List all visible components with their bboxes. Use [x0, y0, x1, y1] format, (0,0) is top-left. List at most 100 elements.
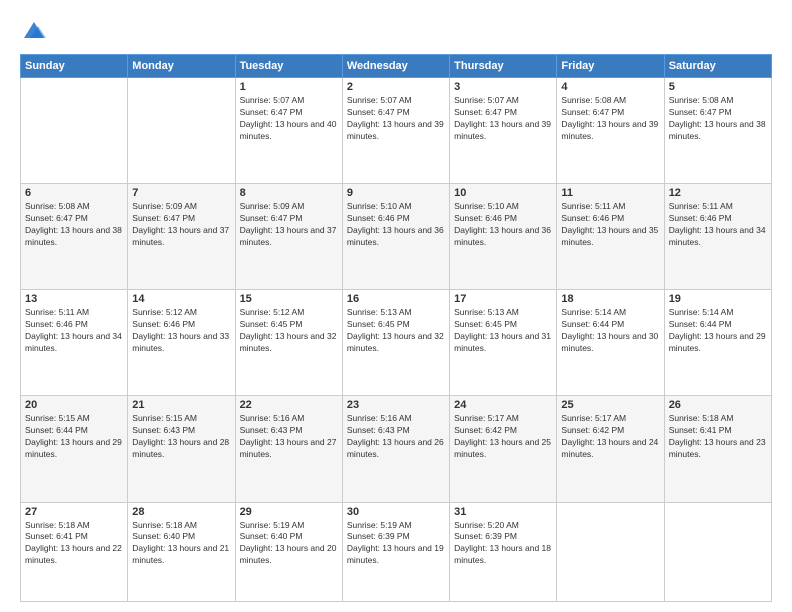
calendar-cell — [21, 78, 128, 184]
calendar-cell: 30Sunrise: 5:19 AM Sunset: 6:39 PM Dayli… — [342, 502, 449, 602]
calendar: SundayMondayTuesdayWednesdayThursdayFrid… — [20, 54, 772, 602]
day-info: Sunrise: 5:13 AM Sunset: 6:45 PM Dayligh… — [454, 307, 552, 355]
calendar-header-tuesday: Tuesday — [235, 55, 342, 78]
day-number: 1 — [240, 81, 338, 93]
header — [20, 16, 772, 44]
calendar-cell: 15Sunrise: 5:12 AM Sunset: 6:45 PM Dayli… — [235, 290, 342, 396]
calendar-cell: 22 Sunrise: 5:16 AM Sunset: 6:43 PM Dayli… — [235, 396, 342, 502]
day-number: 18 — [561, 293, 659, 305]
calendar-cell: 4 Sunrise: 5:08 AM Sunset: 6:47 PM Daylig… — [557, 78, 664, 184]
calendar-cell: 6 Sunrise: 5:08 AM Sunset: 6:47 PM Daylig… — [21, 184, 128, 290]
logo — [20, 16, 52, 44]
calendar-cell: 11Sunrise: 5:11 AM Sunset: 6:46 PM Dayli… — [557, 184, 664, 290]
day-number: 19 — [669, 293, 767, 305]
calendar-header-wednesday: Wednesday — [342, 55, 449, 78]
day-number: 26 — [669, 399, 767, 411]
day-number: 3 — [454, 81, 552, 93]
calendar-cell: 31Sunrise: 5:20 AM Sunset: 6:39 PM Dayli… — [450, 502, 557, 602]
day-number: 13 — [25, 293, 123, 305]
calendar-week-row: 13 Sunrise: 5:11 AM Sunset: 6:46 PM Dayli… — [21, 290, 772, 396]
calendar-cell — [128, 78, 235, 184]
day-info: Sunrise: 5:19 AM Sunset: 6:40 PM Dayligh… — [240, 520, 338, 568]
calendar-cell: 19 Sunrise: 5:14 AM Sunset: 6:44 PM Dayli… — [664, 290, 771, 396]
day-info: Sunrise: 5:14 AM Sunset: 6:44 PM Dayligh… — [669, 307, 767, 355]
day-info: Sunrise: 5:10 AM Sunset: 6:46 PM Dayligh… — [347, 201, 445, 249]
calendar-cell: 29 Sunrise: 5:19 AM Sunset: 6:40 PM Dayli… — [235, 502, 342, 602]
day-info: Sunrise: 5:12 AM Sunset: 6:46 PM Dayligh… — [132, 307, 230, 355]
day-info: Sunrise: 5:14 AM Sunset: 6:44 PM Dayligh… — [561, 307, 659, 355]
day-info: Sunrise: 5:13 AM Sunset: 6:45 PM Dayligh… — [347, 307, 445, 355]
day-number: 4 — [561, 81, 659, 93]
calendar-cell: 16 Sunrise: 5:13 AM Sunset: 6:45 PM Dayli… — [342, 290, 449, 396]
day-number: 2 — [347, 81, 445, 93]
calendar-cell: 1 Sunrise: 5:07 AM Sunset: 6:47 PM Daylig… — [235, 78, 342, 184]
day-info: Sunrise: 5:18 AM Sunset: 6:41 PM Dayligh… — [25, 520, 123, 568]
day-number: 16 — [347, 293, 445, 305]
day-number: 12 — [669, 187, 767, 199]
day-info: Sunrise: 5:18 AM Sunset: 6:40 PM Dayligh… — [132, 520, 230, 568]
day-info: Sunrise: 5:17 AM Sunset: 6:42 PM Dayligh… — [561, 413, 659, 461]
day-info: Sunrise: 5:09 AM Sunset: 6:47 PM Dayligh… — [240, 201, 338, 249]
calendar-week-row: 20 Sunrise: 5:15 AM Sunset: 6:44 PM Dayli… — [21, 396, 772, 502]
day-info: Sunrise: 5:07 AM Sunset: 6:47 PM Dayligh… — [240, 95, 338, 143]
day-number: 7 — [132, 187, 230, 199]
day-number: 25 — [561, 399, 659, 411]
day-info: Sunrise: 5:17 AM Sunset: 6:42 PM Dayligh… — [454, 413, 552, 461]
day-info: Sunrise: 5:07 AM Sunset: 6:47 PM Dayligh… — [347, 95, 445, 143]
day-number: 14 — [132, 293, 230, 305]
calendar-cell: 5 Sunrise: 5:08 AM Sunset: 6:47 PM Daylig… — [664, 78, 771, 184]
day-info: Sunrise: 5:08 AM Sunset: 6:47 PM Dayligh… — [25, 201, 123, 249]
calendar-cell: 25 Sunrise: 5:17 AM Sunset: 6:42 PM Dayli… — [557, 396, 664, 502]
page: SundayMondayTuesdayWednesdayThursdayFrid… — [0, 0, 792, 612]
day-number: 24 — [454, 399, 552, 411]
day-number: 22 — [240, 399, 338, 411]
calendar-week-row: 6 Sunrise: 5:08 AM Sunset: 6:47 PM Daylig… — [21, 184, 772, 290]
calendar-cell: 7 Sunrise: 5:09 AM Sunset: 6:47 PM Daylig… — [128, 184, 235, 290]
day-info: Sunrise: 5:15 AM Sunset: 6:43 PM Dayligh… — [132, 413, 230, 461]
calendar-cell: 2 Sunrise: 5:07 AM Sunset: 6:47 PM Daylig… — [342, 78, 449, 184]
day-number: 28 — [132, 506, 230, 518]
day-number: 17 — [454, 293, 552, 305]
day-info: Sunrise: 5:11 AM Sunset: 6:46 PM Dayligh… — [561, 201, 659, 249]
calendar-cell: 18 Sunrise: 5:14 AM Sunset: 6:44 PM Dayli… — [557, 290, 664, 396]
day-info: Sunrise: 5:10 AM Sunset: 6:46 PM Dayligh… — [454, 201, 552, 249]
day-info: Sunrise: 5:09 AM Sunset: 6:47 PM Dayligh… — [132, 201, 230, 249]
day-info: Sunrise: 5:16 AM Sunset: 6:43 PM Dayligh… — [240, 413, 338, 461]
calendar-header-sunday: Sunday — [21, 55, 128, 78]
day-info: Sunrise: 5:08 AM Sunset: 6:47 PM Dayligh… — [561, 95, 659, 143]
calendar-week-row: 27 Sunrise: 5:18 AM Sunset: 6:41 PM Dayli… — [21, 502, 772, 602]
calendar-header-saturday: Saturday — [664, 55, 771, 78]
day-info: Sunrise: 5:08 AM Sunset: 6:47 PM Dayligh… — [669, 95, 767, 143]
day-info: Sunrise: 5:16 AM Sunset: 6:43 PM Dayligh… — [347, 413, 445, 461]
day-number: 23 — [347, 399, 445, 411]
calendar-cell: 28 Sunrise: 5:18 AM Sunset: 6:40 PM Dayli… — [128, 502, 235, 602]
day-info: Sunrise: 5:12 AM Sunset: 6:45 PM Dayligh… — [240, 307, 338, 355]
calendar-header-friday: Friday — [557, 55, 664, 78]
day-number: 20 — [25, 399, 123, 411]
calendar-cell — [557, 502, 664, 602]
day-number: 9 — [347, 187, 445, 199]
day-number: 29 — [240, 506, 338, 518]
day-number: 27 — [25, 506, 123, 518]
day-info: Sunrise: 5:11 AM Sunset: 6:46 PM Dayligh… — [669, 201, 767, 249]
day-number: 5 — [669, 81, 767, 93]
calendar-cell: 24 Sunrise: 5:17 AM Sunset: 6:42 PM Dayli… — [450, 396, 557, 502]
day-number: 6 — [25, 187, 123, 199]
calendar-header-monday: Monday — [128, 55, 235, 78]
logo-icon — [20, 16, 48, 44]
calendar-cell: 20 Sunrise: 5:15 AM Sunset: 6:44 PM Dayli… — [21, 396, 128, 502]
calendar-header-thursday: Thursday — [450, 55, 557, 78]
day-info: Sunrise: 5:20 AM Sunset: 6:39 PM Dayligh… — [454, 520, 552, 568]
calendar-cell: 3Sunrise: 5:07 AM Sunset: 6:47 PM Daylig… — [450, 78, 557, 184]
day-number: 8 — [240, 187, 338, 199]
day-info: Sunrise: 5:11 AM Sunset: 6:46 PM Dayligh… — [25, 307, 123, 355]
calendar-cell — [664, 502, 771, 602]
calendar-cell: 14 Sunrise: 5:12 AM Sunset: 6:46 PM Dayli… — [128, 290, 235, 396]
day-info: Sunrise: 5:15 AM Sunset: 6:44 PM Dayligh… — [25, 413, 123, 461]
calendar-cell: 10Sunrise: 5:10 AM Sunset: 6:46 PM Dayli… — [450, 184, 557, 290]
day-info: Sunrise: 5:18 AM Sunset: 6:41 PM Dayligh… — [669, 413, 767, 461]
calendar-cell: 23 Sunrise: 5:16 AM Sunset: 6:43 PM Dayli… — [342, 396, 449, 502]
calendar-cell: 12 Sunrise: 5:11 AM Sunset: 6:46 PM Dayli… — [664, 184, 771, 290]
calendar-cell: 27 Sunrise: 5:18 AM Sunset: 6:41 PM Dayli… — [21, 502, 128, 602]
day-info: Sunrise: 5:19 AM Sunset: 6:39 PM Dayligh… — [347, 520, 445, 568]
